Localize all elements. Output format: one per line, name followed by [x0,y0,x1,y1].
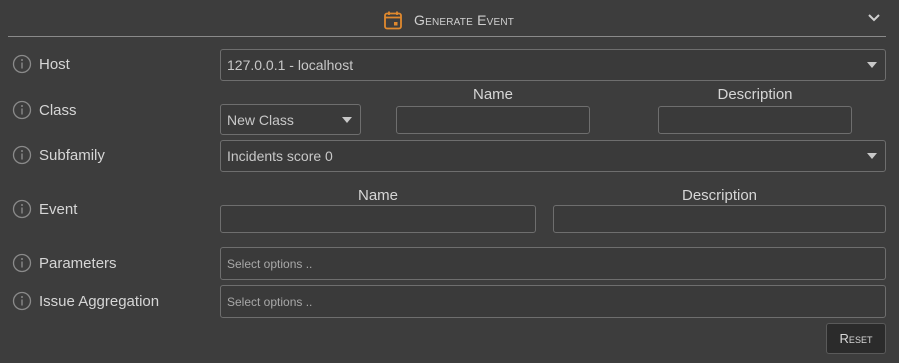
subfamily-select[interactable]: Incidents score 0 [220,140,886,172]
parameters-placeholder: Select options .. [227,256,313,271]
event-name-input[interactable] [220,205,536,233]
info-icon[interactable] [12,199,32,219]
class-description-input[interactable] [658,106,852,134]
host-select[interactable]: 127.0.0.1 - localhost [220,49,886,81]
subfamily-label: Subfamily [39,146,105,164]
host-label: Host [39,55,70,73]
info-icon[interactable] [12,291,32,311]
event-label: Event [39,200,78,218]
parameters-row-label: Parameters [12,252,117,274]
subfamily-row-label: Subfamily [12,144,105,166]
subfamily-select-value: Incidents score 0 [227,148,333,164]
dropdown-caret-icon [342,116,352,123]
host-row-label: Host [12,53,70,75]
parameters-multiselect[interactable]: Select options .. [220,247,886,280]
panel-header[interactable]: Generate Event [0,0,899,38]
class-select-value: New Class [227,111,294,128]
host-select-value: 127.0.0.1 - localhost [227,57,354,73]
issue-aggregation-multiselect[interactable]: Select options .. [220,285,886,318]
info-icon[interactable] [12,253,32,273]
class-select[interactable]: New Class [220,104,361,135]
event-description-header: Description [681,187,758,204]
event-row-label: Event [12,198,77,220]
header-title: Generate Event [414,12,515,28]
class-row-label: Class [12,99,77,121]
dropdown-caret-icon [867,153,877,159]
calendar-icon [384,11,402,30]
issue-aggregation-row-label: Issue Aggregation [12,290,159,312]
class-name-input[interactable] [396,106,590,134]
class-label: Class [39,101,77,119]
class-name-header: Name [472,86,513,103]
chevron-down-icon[interactable] [866,12,882,24]
event-description-input[interactable] [553,205,886,233]
header-divider [8,36,886,37]
reset-button[interactable]: Reset [826,323,886,354]
event-name-header: Name [357,187,398,204]
info-icon[interactable] [12,145,32,165]
info-icon[interactable] [12,54,32,74]
class-description-header: Description [717,86,793,103]
issue-aggregation-label: Issue Aggregation [39,292,160,310]
info-icon[interactable] [12,100,32,120]
header-title-group: Generate Event [383,10,514,30]
dropdown-caret-icon [867,62,877,68]
issue-aggregation-placeholder: Select options .. [227,294,313,309]
parameters-label: Parameters [39,254,117,272]
